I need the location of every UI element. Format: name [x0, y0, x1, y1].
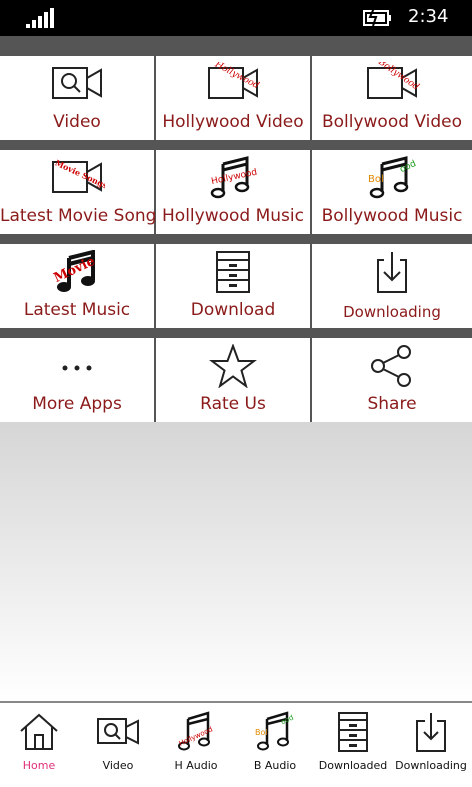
tile-label: More Apps: [32, 394, 122, 414]
stamp-text: ood: [398, 159, 417, 175]
stamp-text: Bol: [368, 174, 384, 185]
video-camera-icon: Movie Songs: [52, 158, 105, 193]
share-icon: [371, 345, 411, 387]
video-camera-icon: [97, 718, 139, 745]
stamp-text: Bol: [255, 728, 268, 737]
battery-charging-icon: [363, 7, 391, 27]
tile-label: Bollywood Video: [321, 112, 463, 132]
tab-label: B Audio: [253, 759, 297, 772]
video-camera-icon: Hollywood: [208, 62, 261, 99]
row-separator: [0, 328, 472, 338]
tile-label: Download: [190, 300, 276, 320]
stamp-text: Hollywood: [212, 62, 261, 91]
tile-hollywood-video[interactable]: Hollywood Hollywood Video: [156, 56, 312, 140]
row-separator: [0, 234, 472, 244]
stamp-text: Hollywood: [210, 168, 258, 187]
tile-share[interactable]: Share: [312, 338, 472, 422]
tab-b-audio[interactable]: Bol ood B Audio: [236, 703, 314, 787]
signal-strength-icon: [26, 8, 54, 28]
tab-label: H Audio: [174, 759, 218, 772]
tile-video[interactable]: Video: [0, 56, 156, 140]
video-camera-icon: Bollywood: [367, 62, 420, 99]
main-content: Video Hollywood Hollywood Video Bollywoo…: [0, 56, 472, 701]
tile-row: Movie Latest Music Download Downloading: [0, 244, 472, 328]
tab-video[interactable]: Video: [79, 703, 157, 787]
tile-label: Share: [367, 394, 417, 414]
more-dots-icon: [62, 365, 92, 371]
tab-label: Home: [22, 759, 56, 772]
tab-label: Downloaded: [318, 759, 388, 772]
tab-downloaded[interactable]: Downloaded: [314, 703, 392, 787]
tile-more-apps[interactable]: More Apps: [0, 338, 156, 422]
tab-label: Downloading: [395, 759, 467, 772]
tile-label: Video: [53, 112, 101, 132]
clock: 2:34: [408, 6, 449, 27]
bottom-nav: Home Video Hollywood H Audio Bol ood B A…: [0, 701, 472, 787]
tile-label: Rate Us: [200, 394, 266, 414]
tab-downloading[interactable]: Downloading: [392, 703, 470, 787]
cabinet-icon: [216, 251, 250, 293]
header-band: [0, 36, 472, 56]
tile-bollywood-music[interactable]: Bol ood Bollywood Music: [312, 150, 472, 234]
tile-download[interactable]: Download: [156, 244, 312, 328]
music-note-icon: Bol ood: [368, 156, 418, 199]
tile-label: Bollywood Music: [321, 206, 463, 226]
music-note-icon: Hollywood: [178, 711, 214, 751]
tile-hollywood-music[interactable]: Hollywood Hollywood Music: [156, 150, 312, 234]
stamp-text: Bollywood: [375, 62, 420, 93]
home-icon: [20, 713, 58, 750]
tab-h-audio[interactable]: Hollywood H Audio: [157, 703, 235, 787]
tile-downloading[interactable]: Downloading: [312, 244, 472, 328]
tile-label: Downloading: [343, 303, 441, 321]
video-camera-icon: [52, 67, 102, 99]
tile-row: Movie Songs Latest Movie Song Hollywood …: [0, 150, 472, 234]
row-separator: [0, 140, 472, 150]
music-note-icon: Bol ood: [255, 711, 295, 751]
download-tray-icon: [377, 252, 407, 293]
tile-latest-movie-song[interactable]: Movie Songs Latest Movie Song: [0, 150, 156, 234]
music-note-icon: Movie: [52, 250, 98, 292]
music-note-icon: Hollywood: [210, 156, 258, 199]
status-bar: 2:34: [0, 0, 472, 36]
tile-rate-us[interactable]: Rate Us: [156, 338, 312, 422]
download-tray-icon: [416, 713, 446, 752]
tile-label: Hollywood Music: [162, 206, 304, 226]
tile-label: Hollywood Video: [162, 112, 304, 132]
tile-bollywood-video[interactable]: Bollywood Bollywood Video: [312, 56, 472, 140]
tab-home[interactable]: Home: [0, 703, 78, 787]
tile-label: Latest Music: [23, 300, 131, 320]
tile-latest-music[interactable]: Movie Latest Music: [0, 244, 156, 328]
tile-row: More Apps Rate Us Share: [0, 338, 472, 422]
tile-row: Video Hollywood Hollywood Video Bollywoo…: [0, 56, 472, 140]
cabinet-icon: [338, 712, 368, 752]
tile-label: Latest Movie Song: [0, 206, 157, 226]
tab-label: Video: [102, 759, 134, 772]
star-icon: [209, 344, 257, 388]
